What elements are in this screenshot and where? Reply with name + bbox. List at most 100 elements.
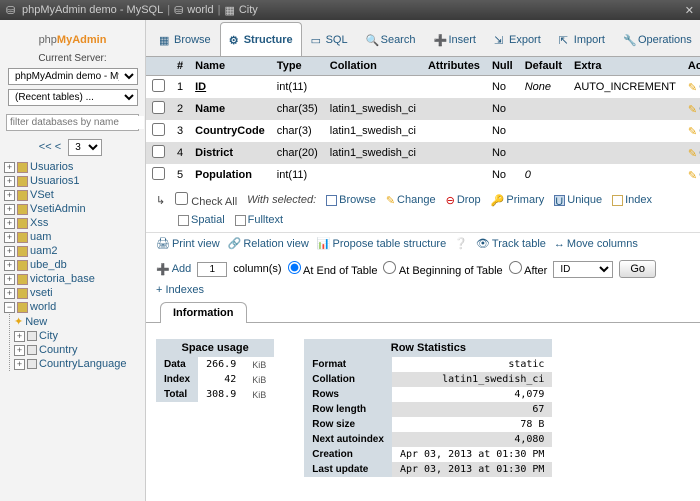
filter-box: X	[6, 114, 139, 131]
col-name[interactable]: ID	[189, 76, 271, 99]
expand-icon[interactable]: +	[14, 345, 25, 356]
row-checkbox[interactable]	[152, 101, 165, 114]
expand-icon[interactable]: +	[4, 274, 15, 285]
bulk-toolbar-2: Spatial Fulltext	[146, 214, 700, 232]
sql-icon: ▭	[311, 34, 323, 46]
tab-import[interactable]: ⇱Import	[550, 22, 614, 56]
title-table: City	[239, 4, 258, 16]
db-icon: ⛁	[174, 4, 183, 17]
db-item[interactable]: + uam	[4, 230, 141, 244]
change-link[interactable]: ✎ Change	[688, 169, 700, 182]
db-item[interactable]: + Usuarios	[4, 160, 141, 174]
db-item[interactable]: + uam2	[4, 244, 141, 258]
tab-operations[interactable]: 🔧Operations	[614, 22, 700, 56]
tab-browse[interactable]: ▦Browse	[150, 22, 220, 56]
information-tab[interactable]: Information	[160, 302, 247, 323]
pager-prev[interactable]: << <	[39, 141, 61, 153]
col-extra	[568, 164, 682, 186]
move-columns[interactable]: ↔ Move columns	[554, 238, 638, 250]
bulk-index[interactable]: Index	[612, 194, 652, 206]
db-item[interactable]: + Usuarios1	[4, 174, 141, 188]
expand-icon[interactable]: +	[4, 162, 15, 173]
bulk-unique[interactable]: U Unique	[554, 194, 602, 206]
check-all[interactable]: Check All	[175, 192, 237, 208]
row-checkbox[interactable]	[152, 145, 165, 158]
col-extra: AUTO_INCREMENT	[568, 76, 682, 99]
row-checkbox[interactable]	[152, 123, 165, 136]
db-item[interactable]: + victoria_base	[4, 272, 141, 286]
db-item[interactable]: + VsetiAdmin	[4, 202, 141, 216]
change-link[interactable]: ✎ Change	[688, 103, 700, 116]
tab-sql[interactable]: ▭SQL	[302, 22, 357, 56]
tab-insert[interactable]: ➕Insert	[424, 22, 485, 56]
col-name[interactable]: CountryCode	[189, 120, 271, 142]
bulk-fulltext[interactable]: Fulltext	[235, 214, 283, 226]
tab-search[interactable]: 🔍Search	[357, 22, 425, 56]
change-link[interactable]: ✎ Change	[688, 81, 700, 94]
add-link[interactable]: ➕Add	[156, 263, 191, 276]
add-count-input[interactable]	[197, 262, 227, 277]
row-checkbox[interactable]	[152, 79, 165, 92]
db-item-world[interactable]: − world	[4, 300, 141, 314]
bulk-drop[interactable]: ⊖ Drop	[446, 194, 481, 207]
relation-view[interactable]: 🔗 Relation view	[228, 237, 309, 250]
expand-icon[interactable]: +	[4, 246, 15, 257]
table-item[interactable]: + CountryLanguage	[14, 357, 141, 371]
expand-icon[interactable]: +	[4, 176, 15, 187]
bulk-toolbar: ↳ Check All With selected: Browse ✎ Chan…	[146, 186, 700, 214]
pos-end[interactable]: At End of Table	[288, 261, 378, 277]
col-type: char(20)	[271, 142, 324, 164]
pager-page[interactable]: 3	[68, 139, 102, 156]
recent-tables-select[interactable]: (Recent tables) ...	[8, 89, 138, 106]
indexes-link[interactable]: + Indexes	[156, 284, 204, 296]
db-item[interactable]: + Xss	[4, 216, 141, 230]
change-link[interactable]: ✎ Change	[688, 125, 700, 138]
go-button[interactable]: Go	[619, 260, 656, 278]
table-item[interactable]: + City	[14, 329, 141, 343]
expand-icon[interactable]: +	[4, 232, 15, 243]
expand-icon[interactable]: +	[14, 359, 25, 370]
row-checkbox[interactable]	[152, 167, 165, 180]
tab-structure[interactable]: ⚙Structure	[220, 22, 302, 56]
collapse-icon[interactable]: −	[4, 302, 15, 313]
bulk-spatial[interactable]: Spatial	[178, 214, 225, 226]
window-close-icon[interactable]: ✕	[685, 4, 694, 17]
db-item[interactable]: + VSet	[4, 188, 141, 202]
bulk-change[interactable]: ✎ Change	[386, 194, 436, 207]
server-select[interactable]: phpMyAdmin demo - My	[8, 68, 138, 85]
pos-beginning[interactable]: At Beginning of Table	[383, 261, 502, 277]
table-item[interactable]: + Country	[14, 343, 141, 357]
table-icon	[27, 345, 37, 355]
track-table[interactable]: 👁 Track table	[476, 237, 546, 250]
db-item[interactable]: + ube_db	[4, 258, 141, 272]
expand-icon[interactable]: +	[14, 331, 25, 342]
after-column-select[interactable]: ID	[553, 261, 613, 278]
print-view[interactable]: 🖨 Print view	[156, 237, 220, 250]
expand-icon[interactable]: +	[4, 260, 15, 271]
bulk-browse[interactable]: Browse	[326, 194, 376, 206]
help-icon[interactable]: ❔	[454, 237, 468, 250]
struct-icon: ⚙	[229, 34, 241, 46]
current-server-label: Current Server:	[4, 53, 141, 64]
filter-input[interactable]	[8, 116, 144, 129]
col-null: No	[486, 120, 519, 142]
change-link[interactable]: ✎ Change	[688, 147, 700, 160]
col-default: None	[519, 76, 568, 99]
tab-export[interactable]: ⇲Export	[485, 22, 550, 56]
tab-bar: ▦Browse⚙Structure▭SQL🔍Search➕Insert⇲Expo…	[146, 20, 700, 57]
expand-icon[interactable]: +	[4, 288, 15, 299]
pos-after[interactable]: After	[509, 261, 548, 277]
col-name[interactable]: Population	[189, 164, 271, 186]
expand-icon[interactable]: +	[4, 218, 15, 229]
col-name[interactable]: District	[189, 142, 271, 164]
expand-icon[interactable]: +	[4, 190, 15, 201]
col-name[interactable]: Name	[189, 98, 271, 120]
bulk-primary[interactable]: 🔑 Primary	[491, 194, 545, 207]
expand-icon[interactable]: +	[4, 204, 15, 215]
col-header: Collation	[324, 57, 422, 76]
new-item[interactable]: ✦ New	[14, 314, 141, 329]
propose-structure[interactable]: 📊 Propose table structure	[317, 237, 446, 250]
col-header: Default	[519, 57, 568, 76]
column-row: 3 CountryCode char(3) latin1_swedish_ci …	[146, 120, 700, 142]
db-item[interactable]: + vseti	[4, 286, 141, 300]
